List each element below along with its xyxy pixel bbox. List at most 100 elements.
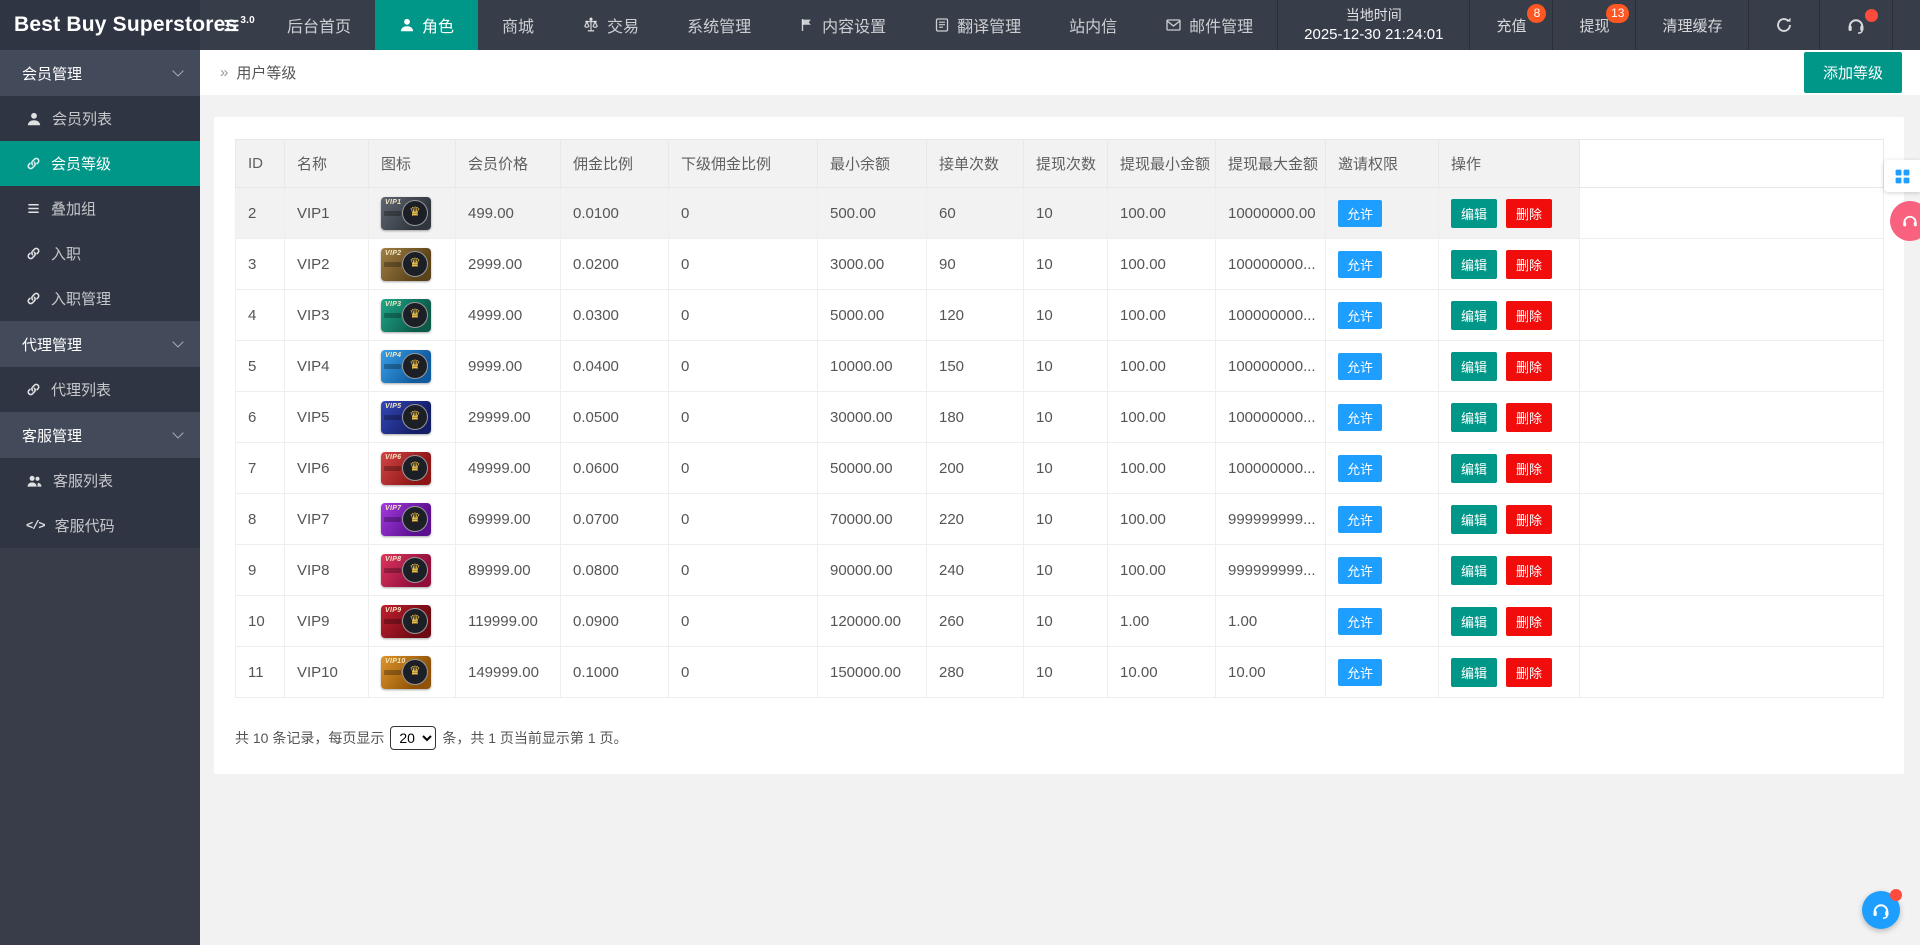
edit-button[interactable]: 编辑	[1451, 453, 1498, 483]
cell-filler	[1579, 391, 1884, 443]
allow-button[interactable]: 允许	[1338, 607, 1383, 635]
sidebar-item-member-level[interactable]: 会员等级	[0, 141, 200, 186]
sidebar-item-agent-list[interactable]: 代理列表	[0, 367, 200, 412]
cell-price: 29999.00	[455, 391, 561, 443]
delete-button[interactable]: 删除	[1506, 657, 1553, 687]
delete-button[interactable]: 删除	[1506, 606, 1553, 636]
delete-button[interactable]: 删除	[1506, 504, 1553, 534]
add-level-button[interactable]: 添加等级	[1803, 52, 1902, 93]
vip-medal: ♛	[402, 199, 428, 226]
support-button[interactable]	[1819, 0, 1892, 50]
cell-icon: VIP6 ♛	[368, 442, 456, 494]
table-row: 2 VIP1 VIP1 ♛ 499.00 0.0100 0 500.00 60 10 100.00 1…	[235, 187, 1884, 239]
cell-filler	[1579, 340, 1884, 392]
topnav-item-mall[interactable]: 商城	[478, 0, 558, 50]
edit-button[interactable]: 编辑	[1451, 555, 1498, 585]
edit-button[interactable]: 编辑	[1451, 402, 1498, 432]
edit-button[interactable]: 编辑	[1451, 249, 1498, 279]
allow-button[interactable]: 允许	[1338, 556, 1383, 584]
topnav-item-label: 后台首页	[287, 19, 352, 36]
delete-button[interactable]: 删除	[1506, 555, 1553, 585]
book-icon	[934, 17, 950, 33]
cell-wd_min: 1.00	[1107, 595, 1216, 647]
sidebar-item-onboarding-manage[interactable]: 入职管理	[0, 276, 200, 321]
topnav-item-roles[interactable]: 角色	[375, 0, 479, 50]
top-header: Best Buy Superstores 3.0 后台首页 角色 商城 交易 系统管理 内…	[0, 0, 1920, 50]
allow-button[interactable]: 允许	[1338, 403, 1383, 431]
column-header-6: 最小余额	[817, 139, 927, 188]
vip-badge-label: VIP9	[385, 606, 402, 614]
topnav-item-home[interactable]: 后台首页	[263, 0, 375, 50]
hamburger-icon	[222, 16, 241, 35]
cell-wd_max: 10.00	[1215, 646, 1326, 698]
vip-badge-label: VIP1	[385, 198, 402, 206]
cell-icon: VIP1 ♛	[368, 187, 456, 239]
link-icon	[26, 246, 41, 261]
floating-service-button[interactable]	[1862, 889, 1902, 929]
cell-icon: VIP4 ♛	[368, 340, 456, 392]
cell-actions: 编辑 删除	[1438, 493, 1580, 545]
allow-button[interactable]: 允许	[1338, 454, 1383, 482]
cell-wd_times: 10	[1023, 442, 1108, 494]
sidebar-item-service-code[interactable]: </> 客服代码	[0, 503, 200, 548]
topnav-item-messages[interactable]: 站内信	[1045, 0, 1141, 50]
delete-button[interactable]: 删除	[1506, 198, 1553, 228]
local-time-label: 当地时间	[1345, 7, 1402, 23]
topnav-item-trade[interactable]: 交易	[558, 0, 663, 50]
allow-button[interactable]: 允许	[1338, 199, 1383, 227]
withdraw-button[interactable]: 提现 13	[1552, 0, 1635, 50]
cell-min_balance: 5000.00	[817, 289, 927, 341]
delete-button[interactable]: 删除	[1506, 453, 1553, 483]
clear-cache-button[interactable]: 清理缓存	[1635, 0, 1748, 50]
allow-button[interactable]: 允许	[1338, 505, 1383, 533]
topnav-item-label: 交易	[607, 19, 640, 36]
allow-button[interactable]: 允许	[1338, 352, 1383, 380]
topnav-item-content[interactable]: 内容设置	[775, 0, 910, 50]
side-panel-toggle-button[interactable]	[1884, 160, 1920, 192]
users-icon	[26, 473, 43, 489]
cell-allow: 允许	[1325, 289, 1439, 341]
vip-badge-image: VIP7 ♛	[381, 502, 431, 536]
cell-name: VIP3	[284, 289, 369, 341]
vip-medal: ♛	[402, 556, 428, 583]
refresh-button[interactable]	[1748, 0, 1819, 50]
bars-icon	[26, 201, 41, 216]
link-icon	[26, 291, 41, 306]
cell-allow: 允许	[1325, 238, 1439, 290]
sidebar-group-agent-manage[interactable]: 代理管理	[0, 321, 200, 367]
topnav-item-system[interactable]: 系统管理	[663, 0, 775, 50]
sidebar-item-service-list[interactable]: 客服列表	[0, 458, 200, 503]
admin-menu[interactable]: admin	[1892, 0, 1920, 50]
topnav-item-translation[interactable]: 翻译管理	[910, 0, 1045, 50]
cell-wd_max: 999999999...	[1215, 493, 1326, 545]
allow-button[interactable]: 允许	[1338, 658, 1383, 686]
delete-button[interactable]: 删除	[1506, 249, 1553, 279]
edit-button[interactable]: 编辑	[1451, 504, 1498, 534]
sidebar-item-onboarding[interactable]: 入职	[0, 231, 200, 276]
delete-button[interactable]: 删除	[1506, 300, 1553, 330]
cell-wd_max: 10000000.00	[1215, 187, 1326, 239]
sidebar-item-stack-group[interactable]: 叠加组	[0, 186, 200, 231]
allow-button[interactable]: 允许	[1338, 301, 1383, 329]
cell-rate: 0.0400	[560, 340, 669, 392]
cell-wd_max: 100000000...	[1215, 391, 1326, 443]
edit-button[interactable]: 编辑	[1451, 300, 1498, 330]
cell-sub_rate: 0	[668, 646, 818, 698]
delete-button[interactable]: 删除	[1506, 351, 1553, 381]
edit-button[interactable]: 编辑	[1451, 351, 1498, 381]
sidebar-item-member-list[interactable]: 会员列表	[0, 96, 200, 141]
edit-button[interactable]: 编辑	[1451, 606, 1498, 636]
table-row: 3 VIP2 VIP2 ♛ 2999.00 0.0200 0 3000.00 90 10 100.0…	[235, 238, 1884, 290]
delete-button[interactable]: 删除	[1506, 402, 1553, 432]
edit-button[interactable]: 编辑	[1451, 198, 1498, 228]
topnav-item-mail[interactable]: 邮件管理	[1141, 0, 1277, 50]
chevron-down-icon	[172, 336, 184, 348]
sidebar-group-service-manage[interactable]: 客服管理	[0, 412, 200, 458]
recharge-button[interactable]: 充值 8	[1469, 0, 1552, 50]
sidebar-group-member-manage[interactable]: 会员管理	[0, 50, 200, 96]
page-size-select[interactable]: 20	[390, 726, 437, 750]
headset-icon	[1871, 900, 1891, 920]
allow-button[interactable]: 允许	[1338, 250, 1383, 278]
collapse-menu-button[interactable]	[200, 0, 263, 50]
edit-button[interactable]: 编辑	[1451, 657, 1498, 687]
